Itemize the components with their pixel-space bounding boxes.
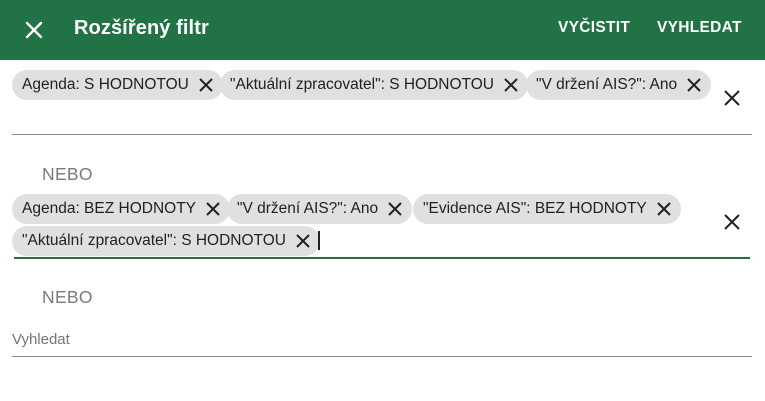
filter-chip[interactable]: "Aktuální zpracovatel": S HODNOTOU [12,226,320,256]
chip-label: Agenda: BEZ HODNOTY [22,200,197,217]
close-icon[interactable] [722,212,742,232]
filter-chip[interactable]: "Aktuální zpracovatel": S HODNOTOU [220,70,528,100]
filter-chip[interactable]: "V držení AIS?": Ano [227,194,413,224]
or-separator: NEBO [42,287,93,307]
app-bar: Rozšířený filtr VYČISTIT VYHLEDAT [0,0,765,60]
close-icon[interactable] [685,76,703,94]
close-icon[interactable] [386,200,404,218]
search-input[interactable] [12,328,752,350]
chip-label: "Aktuální zpracovatel": S HODNOTOU [230,76,494,93]
filter-chip[interactable]: Agenda: BEZ HODNOTY [12,194,231,224]
page-title: Rozšířený filtr [74,17,209,39]
filter-chip[interactable]: "V držení AIS?": Ano [526,70,712,100]
close-icon[interactable] [655,200,673,218]
close-icon[interactable] [197,76,215,94]
text-cursor [318,231,320,250]
chip-label: "Aktuální zpracovatel": S HODNOTOU [22,232,286,249]
close-icon[interactable] [502,76,520,94]
close-icon[interactable] [294,232,312,250]
chip-label: "V držení AIS?": Ano [237,200,379,217]
close-icon[interactable] [204,200,222,218]
clear-button[interactable]: VYČISTIT [558,19,630,37]
chip-label: "V držení AIS?": Ano [536,76,678,93]
or-separator: NEBO [42,164,93,184]
close-icon[interactable] [22,18,46,42]
input-underline [12,134,752,135]
input-underline-focused [14,257,750,259]
filter-chip[interactable]: "Evidence AIS": BEZ HODNOTY [413,194,681,224]
search-button[interactable]: VYHLEDAT [657,19,742,37]
filter-chip[interactable]: Agenda: S HODNOTOU [12,70,223,100]
input-underline [12,356,752,357]
chip-label: "Evidence AIS": BEZ HODNOTY [423,200,647,217]
close-icon[interactable] [722,88,742,108]
chip-label: Agenda: S HODNOTOU [22,76,189,93]
